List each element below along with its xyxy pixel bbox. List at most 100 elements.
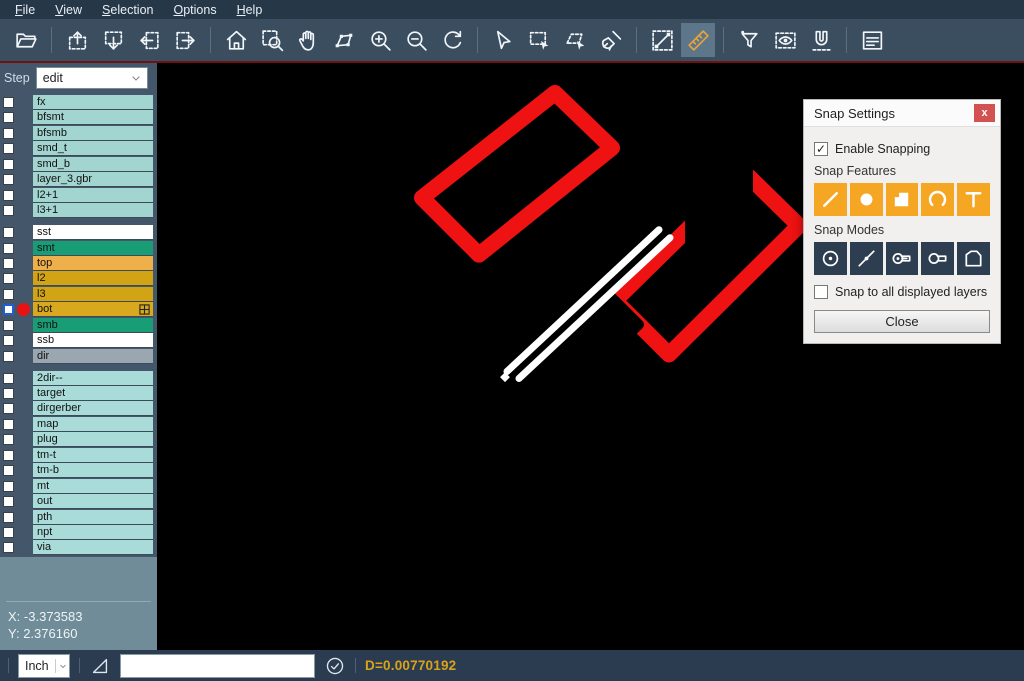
mode-pad-center-button[interactable] bbox=[814, 242, 847, 275]
layer-row[interactable]: bot bbox=[0, 302, 157, 317]
layer-row[interactable]: tm-b bbox=[0, 463, 157, 478]
ruler-button[interactable] bbox=[681, 23, 715, 57]
mode-slot-button[interactable] bbox=[921, 242, 954, 275]
layer-visibility-checkbox[interactable] bbox=[3, 190, 14, 201]
layer-label[interactable]: l3 bbox=[33, 287, 153, 302]
layer-label[interactable]: l2 bbox=[33, 271, 153, 286]
layer-row[interactable]: dirgerber bbox=[0, 401, 157, 416]
layer-row[interactable]: bfsmt bbox=[0, 110, 157, 125]
layer-visibility-checkbox[interactable] bbox=[3, 128, 14, 139]
layer-visibility-checkbox[interactable] bbox=[3, 351, 14, 362]
box-left-button[interactable] bbox=[132, 23, 166, 57]
close-button[interactable]: Close bbox=[814, 310, 990, 333]
layer-label[interactable]: dirgerber bbox=[33, 401, 153, 416]
open-folder-button[interactable] bbox=[9, 23, 43, 57]
rect-select-button[interactable] bbox=[522, 23, 556, 57]
layer-visibility-checkbox[interactable] bbox=[3, 450, 14, 461]
layer-row[interactable]: npt bbox=[0, 525, 157, 540]
layer-label[interactable]: smt bbox=[33, 241, 153, 256]
layer-row[interactable]: l3 bbox=[0, 287, 157, 302]
layer-label[interactable]: pth bbox=[33, 510, 153, 525]
layer-visibility-checkbox[interactable] bbox=[3, 496, 14, 507]
layer-label[interactable]: bfsmb bbox=[33, 126, 153, 141]
layer-label[interactable]: top bbox=[33, 256, 153, 271]
layer-visibility-checkbox[interactable] bbox=[3, 335, 14, 346]
snap-surface-button[interactable] bbox=[886, 183, 919, 216]
layer-row[interactable]: 2dir-- bbox=[0, 371, 157, 386]
layer-label[interactable]: smb bbox=[33, 318, 153, 333]
layer-row[interactable]: mt bbox=[0, 479, 157, 494]
layer-label[interactable]: target bbox=[33, 386, 153, 401]
dialog-close-icon[interactable]: x bbox=[974, 104, 995, 122]
pan-hand-button[interactable] bbox=[291, 23, 325, 57]
layer-visibility-checkbox[interactable] bbox=[3, 465, 14, 476]
layer-visibility-checkbox[interactable] bbox=[3, 143, 14, 154]
unit-select[interactable]: Inch bbox=[18, 654, 70, 678]
layer-visibility-checkbox[interactable] bbox=[3, 304, 14, 315]
box-up-button[interactable] bbox=[60, 23, 94, 57]
menu-item-file[interactable]: File bbox=[6, 2, 44, 18]
layer-visibility-checkbox[interactable] bbox=[3, 373, 14, 384]
layer-visibility-checkbox[interactable] bbox=[3, 97, 14, 108]
layer-row[interactable]: via bbox=[0, 540, 157, 555]
menu-item-help[interactable]: Help bbox=[228, 2, 272, 18]
layer-row[interactable]: target bbox=[0, 386, 157, 401]
zoom-previous-button[interactable] bbox=[435, 23, 469, 57]
step-select[interactable]: edit bbox=[36, 67, 148, 89]
menu-item-selection[interactable]: Selection bbox=[93, 2, 162, 18]
layer-visibility-checkbox[interactable] bbox=[3, 320, 14, 331]
layer-row[interactable]: plug bbox=[0, 432, 157, 447]
zoom-out-button[interactable] bbox=[399, 23, 433, 57]
layer-label[interactable]: l2+1 bbox=[33, 188, 153, 203]
layer-label[interactable]: smd_t bbox=[33, 141, 153, 156]
layer-row[interactable]: l3+1 bbox=[0, 203, 157, 218]
menu-item-view[interactable]: View bbox=[46, 2, 91, 18]
layer-label[interactable]: 2dir-- bbox=[33, 371, 153, 386]
brush-clean-button[interactable] bbox=[594, 23, 628, 57]
angle-icon[interactable] bbox=[89, 655, 111, 677]
layer-row[interactable]: bfsmb bbox=[0, 126, 157, 141]
layer-label[interactable]: via bbox=[33, 540, 153, 555]
layer-visibility-checkbox[interactable] bbox=[3, 527, 14, 538]
layer-visibility-checkbox[interactable] bbox=[3, 434, 14, 445]
layer-label[interactable]: layer_3.gbr bbox=[33, 172, 153, 187]
enable-snapping-checkbox[interactable]: ✓ Enable Snapping bbox=[814, 142, 990, 156]
snap-line-button[interactable] bbox=[814, 183, 847, 216]
layer-label[interactable]: map bbox=[33, 417, 153, 432]
layer-row[interactable]: layer_3.gbr bbox=[0, 172, 157, 187]
layer-visibility-checkbox[interactable] bbox=[3, 112, 14, 123]
layer-visibility-checkbox[interactable] bbox=[3, 403, 14, 414]
menu-item-options[interactable]: Options bbox=[164, 2, 225, 18]
layer-label[interactable]: fx bbox=[33, 95, 153, 110]
layer-row[interactable]: smd_t bbox=[0, 141, 157, 156]
magnet-button[interactable] bbox=[804, 23, 838, 57]
layer-row[interactable]: l2+1 bbox=[0, 188, 157, 203]
layer-label[interactable]: bfsmt bbox=[33, 110, 153, 125]
layer-visibility-checkbox[interactable] bbox=[3, 258, 14, 269]
zoom-shape-button[interactable] bbox=[327, 23, 361, 57]
layer-label[interactable]: out bbox=[33, 494, 153, 509]
filter-button[interactable] bbox=[732, 23, 766, 57]
home-button[interactable] bbox=[219, 23, 253, 57]
line-tool-button[interactable] bbox=[645, 23, 679, 57]
layer-visibility-checkbox[interactable] bbox=[3, 388, 14, 399]
layer-row[interactable]: out bbox=[0, 494, 157, 509]
layer-visibility-checkbox[interactable] bbox=[3, 273, 14, 284]
layer-row[interactable]: smd_b bbox=[0, 157, 157, 172]
layer-label[interactable]: plug bbox=[33, 432, 153, 447]
snap-all-layers-checkbox[interactable]: Snap to all displayed layers bbox=[814, 285, 990, 299]
layer-visibility-checkbox[interactable] bbox=[3, 542, 14, 553]
mode-slot-inner-button[interactable] bbox=[886, 242, 919, 275]
layer-label[interactable]: npt bbox=[33, 525, 153, 540]
snap-text-button[interactable] bbox=[957, 183, 990, 216]
layer-visibility-checkbox[interactable] bbox=[3, 174, 14, 185]
confirm-icon[interactable] bbox=[324, 655, 346, 677]
box-right-button[interactable] bbox=[168, 23, 202, 57]
zoom-in-button[interactable] bbox=[363, 23, 397, 57]
layer-visibility-checkbox[interactable] bbox=[3, 205, 14, 216]
poly-select-button[interactable] bbox=[558, 23, 592, 57]
layer-visibility-checkbox[interactable] bbox=[3, 227, 14, 238]
command-input[interactable] bbox=[120, 654, 315, 678]
layer-label[interactable]: dir bbox=[33, 349, 153, 364]
layer-row[interactable]: l2 bbox=[0, 271, 157, 286]
